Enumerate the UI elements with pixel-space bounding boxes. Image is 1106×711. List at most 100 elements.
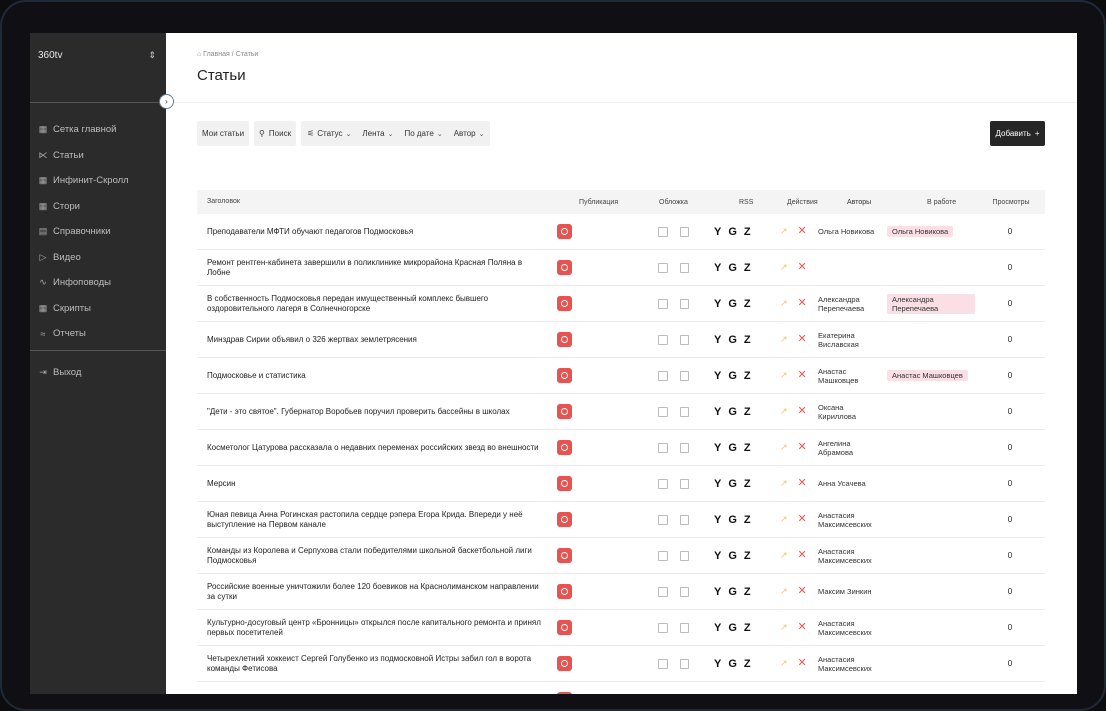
rss-g-toggle[interactable]: G: [728, 658, 737, 670]
rss-g-toggle[interactable]: G: [728, 694, 737, 695]
delete-icon[interactable]: ✕: [798, 370, 807, 381]
table-row[interactable]: Мерсин Y G Z ↗ ✕ Анна Усачева 0: [197, 466, 1045, 502]
table-row[interactable]: Юная певица Анна Рогинская растопила сер…: [197, 502, 1045, 538]
rss-z-toggle[interactable]: Z: [744, 622, 751, 634]
publish-icon[interactable]: [557, 476, 572, 491]
delete-icon[interactable]: ✕: [798, 622, 807, 633]
rss-g-toggle[interactable]: G: [728, 550, 737, 562]
table-row[interactable]: Четырехлетний хоккеист Сергей Голубенко …: [197, 646, 1045, 682]
project-switcher[interactable]: 360tv ⇕: [38, 45, 156, 65]
sidebar-item-logout[interactable]: ⇥ Выход: [38, 360, 81, 386]
rss-y-toggle[interactable]: Y: [714, 694, 721, 695]
video-icon[interactable]: [680, 262, 689, 273]
rss-g-toggle[interactable]: G: [728, 406, 737, 418]
edit-icon[interactable]: ↗: [780, 298, 788, 309]
edit-icon[interactable]: ↗: [780, 406, 788, 417]
rss-z-toggle[interactable]: Z: [744, 334, 751, 346]
video-icon[interactable]: [680, 514, 689, 525]
delete-icon[interactable]: ✕: [798, 550, 807, 561]
rss-y-toggle[interactable]: Y: [714, 550, 721, 562]
image-icon[interactable]: [658, 406, 668, 417]
sidebar-item-3[interactable]: ▦ Стори: [38, 194, 162, 220]
edit-icon[interactable]: ↗: [780, 550, 788, 561]
rss-y-toggle[interactable]: Y: [714, 226, 721, 238]
publish-icon[interactable]: [557, 656, 572, 671]
article-title[interactable]: Мерсин: [197, 479, 557, 489]
image-icon[interactable]: [658, 298, 668, 309]
my-articles-button[interactable]: Мои статьи: [197, 121, 250, 146]
rss-z-toggle[interactable]: Z: [744, 694, 751, 695]
video-icon[interactable]: [680, 586, 689, 597]
image-icon[interactable]: [658, 514, 668, 525]
sidebar-item-8[interactable]: ≈ Отчеты: [38, 321, 162, 347]
edit-icon[interactable]: ↗: [780, 442, 788, 453]
rss-g-toggle[interactable]: G: [728, 262, 737, 274]
rss-y-toggle[interactable]: Y: [714, 334, 721, 346]
video-icon[interactable]: [680, 406, 689, 417]
article-title[interactable]: "Дети - это святое". Губернатор Воробьев…: [197, 407, 557, 417]
video-icon[interactable]: [680, 658, 689, 669]
delete-icon[interactable]: ✕: [798, 658, 807, 669]
article-title[interactable]: Культурно-досуговый центр «Бронницы» отк…: [197, 618, 557, 638]
edit-icon[interactable]: ↗: [780, 658, 788, 669]
rss-z-toggle[interactable]: Z: [744, 550, 751, 562]
table-row[interactable]: В городском округе Солнечногорск ремонт …: [197, 682, 1045, 694]
breadcrumb[interactable]: ⌂ Главная / Статьи: [197, 51, 258, 58]
rss-g-toggle[interactable]: G: [728, 478, 737, 490]
publish-icon[interactable]: [557, 296, 572, 311]
column-header-rss[interactable]: RSS: [717, 199, 767, 206]
image-icon[interactable]: [658, 622, 668, 633]
rss-z-toggle[interactable]: Z: [744, 658, 751, 670]
rss-g-toggle[interactable]: G: [728, 334, 737, 346]
column-header-in-work[interactable]: В работе: [897, 199, 977, 206]
column-header-publication[interactable]: Публикация: [557, 199, 647, 206]
rss-z-toggle[interactable]: Z: [744, 226, 751, 238]
edit-icon[interactable]: ↗: [780, 622, 788, 633]
rss-y-toggle[interactable]: Y: [714, 298, 721, 310]
column-header-authors[interactable]: Авторы: [827, 198, 897, 207]
rss-z-toggle[interactable]: Z: [744, 586, 751, 598]
add-article-button[interactable]: Добавить +: [990, 121, 1045, 146]
feed-filter[interactable]: Лента ⌄: [362, 129, 393, 138]
video-icon[interactable]: [680, 298, 689, 309]
rss-z-toggle[interactable]: Z: [744, 298, 751, 310]
delete-icon[interactable]: ✕: [798, 226, 807, 237]
rss-g-toggle[interactable]: G: [728, 442, 737, 454]
publish-icon[interactable]: [557, 548, 572, 563]
author-filter[interactable]: Автор ⌄: [454, 129, 485, 138]
delete-icon[interactable]: ✕: [798, 586, 807, 597]
rss-y-toggle[interactable]: Y: [714, 370, 721, 382]
rss-g-toggle[interactable]: G: [728, 298, 737, 310]
delete-icon[interactable]: ✕: [798, 514, 807, 525]
search-button[interactable]: ⚲ Поиск: [254, 121, 297, 146]
video-icon[interactable]: [680, 334, 689, 345]
column-header-actions[interactable]: Действия: [767, 199, 827, 206]
image-icon[interactable]: [658, 478, 668, 489]
publish-icon[interactable]: [557, 224, 572, 239]
video-icon[interactable]: [680, 478, 689, 489]
rss-y-toggle[interactable]: Y: [714, 658, 721, 670]
rss-y-toggle[interactable]: Y: [714, 262, 721, 274]
sidebar-item-5[interactable]: ▷ Видео: [38, 245, 162, 271]
table-row[interactable]: В собственность Подмосковья передан имущ…: [197, 286, 1045, 322]
video-icon[interactable]: [680, 622, 689, 633]
status-filter[interactable]: ⚟ Статус ⌄: [307, 129, 351, 138]
rss-g-toggle[interactable]: G: [728, 226, 737, 238]
date-filter[interactable]: По дате ⌄: [404, 129, 442, 138]
image-icon[interactable]: [658, 550, 668, 561]
article-title[interactable]: Преподаватели МФТИ обучают педагогов Под…: [197, 227, 557, 237]
sidebar-item-0[interactable]: ▦ Сетка главной: [38, 117, 162, 143]
sidebar-item-2[interactable]: ▦ Инфинит-Скролл: [38, 168, 162, 194]
article-title[interactable]: Косметолог Цатурова рассказала о недавни…: [197, 443, 557, 453]
edit-icon[interactable]: ↗: [780, 478, 788, 489]
rss-z-toggle[interactable]: Z: [744, 442, 751, 454]
column-header-title[interactable]: Заголовок: [197, 197, 557, 207]
sidebar-item-7[interactable]: ▦ Скрипты: [38, 296, 162, 322]
publish-icon[interactable]: [557, 620, 572, 635]
video-icon[interactable]: [680, 442, 689, 453]
rss-y-toggle[interactable]: Y: [714, 514, 721, 526]
publish-icon[interactable]: [557, 404, 572, 419]
rss-g-toggle[interactable]: G: [728, 514, 737, 526]
column-header-views[interactable]: Просмотры: [977, 199, 1045, 206]
image-icon[interactable]: [658, 334, 668, 345]
